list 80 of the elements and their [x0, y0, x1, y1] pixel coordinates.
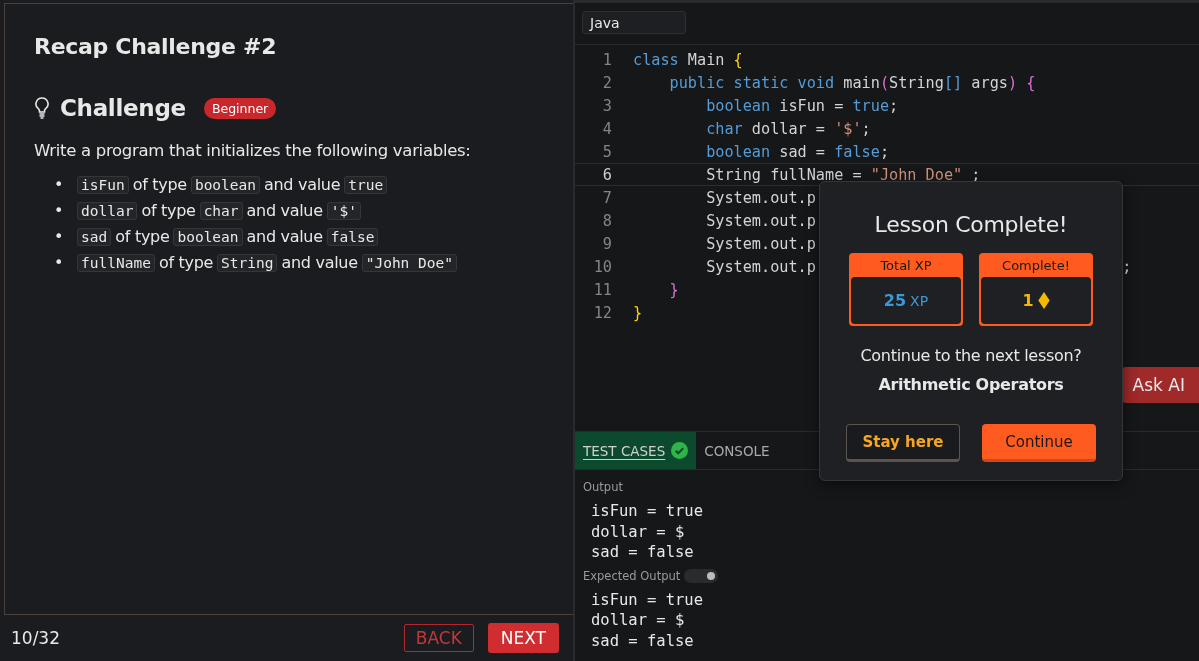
- expected-output-label: Expected Output: [583, 568, 681, 583]
- inline-code: String: [217, 254, 278, 272]
- xp-unit: XP: [910, 292, 929, 309]
- next-lesson-name: Arithmetic Operators: [878, 375, 1064, 394]
- list-text: and value: [264, 175, 341, 194]
- list-text: of type: [141, 201, 196, 220]
- continue-button[interactable]: Continue: [982, 424, 1096, 462]
- level-badge: Beginner: [203, 97, 277, 119]
- bullet: •: [54, 252, 65, 274]
- challenge-heading: Challenge: [60, 95, 186, 121]
- stat-label: Total XP: [879, 257, 933, 275]
- dialog-question: Continue to the next lesson?: [860, 346, 1082, 365]
- tab[interactable]: CONSOLE: [696, 432, 778, 469]
- inline-code: boolean: [173, 228, 243, 246]
- tab[interactable]: TEST CASES: [575, 432, 697, 469]
- ask-ai-button[interactable]: Ask AI: [1121, 367, 1199, 403]
- stay-here-button[interactable]: Stay here: [846, 424, 960, 462]
- output-line: dollar = $: [591, 521, 686, 542]
- inline-code: fullName: [77, 254, 155, 272]
- line-number: 8: [601, 211, 612, 231]
- code-line: System.out.p: [706, 211, 816, 231]
- line-number: 7: [601, 188, 612, 208]
- lightbulb-icon: [34, 97, 50, 119]
- line-number: 10: [592, 257, 612, 277]
- list-text: of type: [132, 175, 187, 194]
- progress-counter: 10/32: [11, 628, 61, 648]
- list-text: and value: [246, 201, 323, 220]
- line-number: 9: [601, 234, 612, 254]
- dialog-title: Lesson Complete!: [874, 212, 1068, 237]
- list-text: of type: [158, 253, 214, 272]
- code-fragment: ;: [1122, 257, 1132, 277]
- code-line: char dollar = '$';: [706, 119, 871, 139]
- code-line: boolean isFun = true;: [706, 96, 899, 116]
- language-select[interactable]: Java: [582, 11, 686, 34]
- lesson-title: Recap Challenge #2: [34, 34, 278, 59]
- line-number: 1: [601, 50, 612, 70]
- list-text: and value: [246, 227, 323, 246]
- code-line: boolean sad = false;: [706, 142, 890, 162]
- code-line: System.out.p: [706, 188, 816, 208]
- output-line: isFun = true: [591, 501, 704, 522]
- code-line: System.out.p: [706, 234, 816, 254]
- expected-output-line: sad = false: [591, 630, 695, 651]
- expected-output-line: dollar = $: [591, 610, 686, 631]
- inline-code: dollar: [77, 202, 138, 220]
- inline-code: '$': [326, 202, 361, 220]
- inline-code: char: [199, 202, 243, 220]
- inline-code: "John Doe": [361, 254, 457, 272]
- instructions-text: Write a program that initializes the following variables:: [34, 141, 472, 160]
- bullet: •: [54, 226, 65, 248]
- inline-code: false: [326, 228, 379, 246]
- xp-value: 25: [883, 291, 907, 310]
- bullet: •: [54, 200, 65, 222]
- line-number: 6: [601, 165, 612, 185]
- toggle-switch[interactable]: [684, 568, 719, 583]
- inline-code: isFun: [77, 176, 129, 194]
- code-line: }: [669, 280, 679, 300]
- code-line: }: [633, 303, 643, 323]
- stat-label: Complete!: [1001, 257, 1071, 275]
- code-line: class Main {: [633, 50, 743, 70]
- list-text: of type: [115, 227, 170, 246]
- inline-code: boolean: [190, 176, 260, 194]
- code-line: System.out.p: [706, 257, 816, 277]
- diamond-icon: [1037, 292, 1050, 309]
- line-number: 3: [601, 96, 612, 116]
- output-label: Output: [583, 480, 624, 494]
- inline-code: true: [344, 176, 388, 194]
- gem-count: 1: [1022, 291, 1034, 310]
- line-number: 11: [592, 280, 612, 300]
- line-number: 12: [592, 303, 612, 323]
- expected-output-line: isFun = true: [591, 589, 704, 610]
- line-number: 4: [601, 119, 612, 139]
- output-line: sad = false: [591, 542, 695, 563]
- inline-code: sad: [77, 228, 112, 246]
- line-number: 5: [601, 142, 612, 162]
- list-text: and value: [281, 253, 358, 272]
- check-icon: [671, 442, 689, 459]
- next-button[interactable]: NEXT: [487, 623, 559, 653]
- bullet: •: [54, 174, 65, 196]
- code-line: public static void main(String[] args) {: [669, 73, 1036, 93]
- line-number: 2: [601, 73, 612, 93]
